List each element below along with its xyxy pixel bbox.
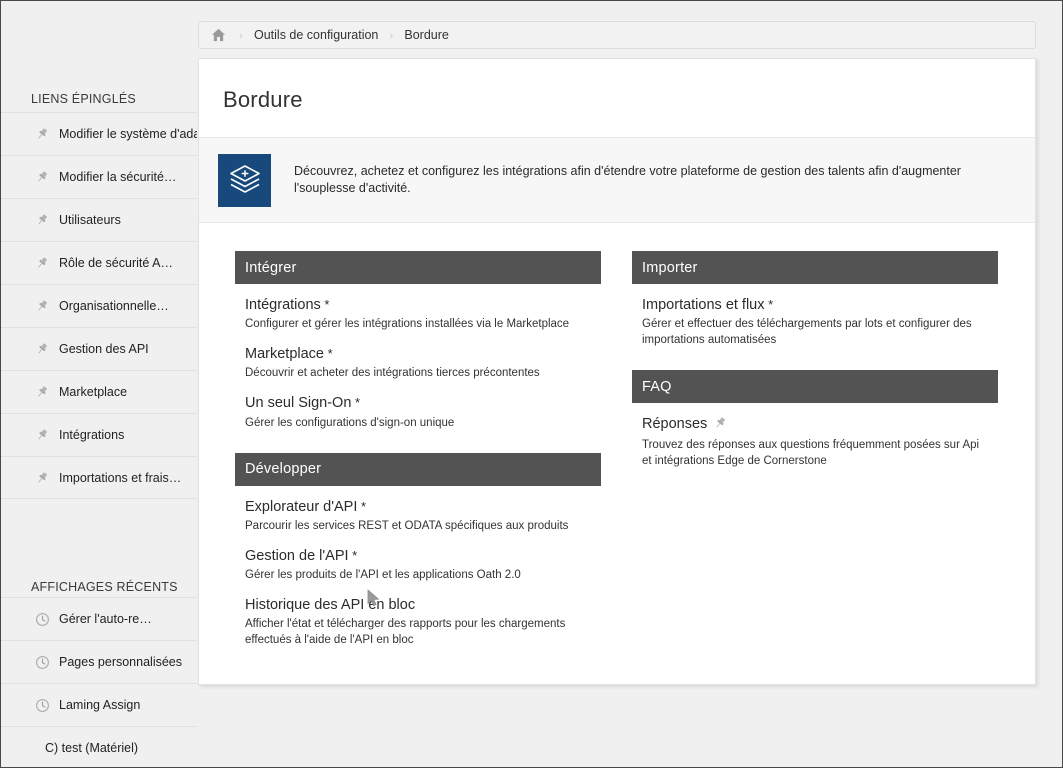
sidebar-pinned-item-label: Importations et frais… bbox=[59, 470, 182, 485]
panel-entry-un-seul-sign-on: Un seul Sign-On * Gérer les configuration… bbox=[245, 394, 601, 430]
pin-icon bbox=[31, 170, 53, 184]
sidebar-pinned-item-label: Rôle de sécurité A… bbox=[59, 256, 173, 270]
panel-body-developper: Explorateur d'API * Parcourir les service… bbox=[235, 486, 601, 649]
pin-icon bbox=[31, 127, 53, 141]
sidebar-recent-item-3[interactable]: C) test (Matériel) bbox=[1, 726, 197, 767]
description-un-seul-sign-on: Gérer les configurations d'sign-on uniqu… bbox=[245, 416, 455, 429]
description-explorateur-d-api: Parcourir les services REST et ODATA spé… bbox=[245, 519, 569, 532]
panel-header-integrer: Intégrer bbox=[235, 251, 601, 284]
left-column: Intégrer Intégrations * Configurer et gére… bbox=[235, 251, 601, 670]
pin-icon bbox=[31, 256, 53, 270]
page-title: Bordure bbox=[223, 87, 303, 112]
pin-icon[interactable] bbox=[713, 416, 727, 435]
pinned-links-list: Modifier le système d'adage Modifier la s… bbox=[1, 112, 197, 499]
sidebar-pinned-item-label: Organisationnelle… bbox=[59, 299, 169, 313]
page-banner-description: Découvrez, achetez et configurez les int… bbox=[294, 164, 961, 195]
required-asterisk: * bbox=[348, 547, 358, 563]
panel-entry-explorateur-d-api: Explorateur d'API * Parcourir les service… bbox=[245, 498, 601, 534]
link-gestion-de-l-api[interactable]: Gestion de l'API * bbox=[245, 547, 357, 565]
breadcrumb-item-current[interactable]: Bordure bbox=[404, 28, 448, 42]
panel-header-faq: FAQ bbox=[632, 370, 998, 404]
sidebar-pinned-item-label: Intégrations bbox=[59, 428, 125, 442]
description-marketplace: Découvrir et acheter des intégrations ti… bbox=[245, 367, 540, 380]
pin-icon bbox=[31, 385, 53, 399]
required-asterisk: * bbox=[320, 297, 330, 312]
sidebar-recent-item-label: Laming Assign bbox=[59, 698, 141, 712]
link-reponses[interactable]: Réponses bbox=[642, 415, 707, 433]
panel-body-faq: Réponses Trouvez des réponses aux questio… bbox=[632, 403, 998, 469]
sidebar-recent-item-1[interactable]: Pages personnalisées bbox=[1, 640, 197, 683]
sidebar-recent-item-0[interactable]: Gérer l'auto-re… bbox=[1, 597, 197, 640]
pin-icon bbox=[31, 299, 53, 313]
pin-icon bbox=[31, 428, 53, 442]
panel-body-integrer: Intégrations * Configurer et gérer les in… bbox=[235, 284, 601, 431]
clock-icon bbox=[31, 698, 53, 713]
sidebar-pinned-item-1[interactable]: Modifier la sécurité… bbox=[1, 155, 197, 198]
layers-stack-icon bbox=[218, 153, 271, 207]
required-asterisk: * bbox=[357, 498, 367, 514]
description-historique-des-api-en-bloc: Afficher l'état et télécharger des rappo… bbox=[245, 618, 566, 647]
required-asterisk: * bbox=[351, 395, 361, 411]
recent-views-list: Gérer l'auto-re… Pages personnalisées Lami… bbox=[1, 597, 197, 767]
sidebar-pinned-item-6[interactable]: Marketplace bbox=[1, 370, 197, 413]
panel-columns: Intégrer Intégrations * Configurer et gére… bbox=[199, 223, 1035, 670]
link-importations-et-flux[interactable]: Importations et flux * bbox=[642, 296, 773, 314]
sidebar-pinned-item-label: Modifier la sécurité… bbox=[59, 170, 177, 184]
sidebar-recent-item-label: C) test (Matériel) bbox=[45, 740, 139, 755]
sidebar-pinned-item-4[interactable]: Organisationnelle… bbox=[1, 284, 197, 327]
description-reponses: Trouvez des réponses aux questions fréqu… bbox=[642, 439, 980, 468]
main-content-card: Bordure Découvrez, achetez et configurez… bbox=[198, 58, 1036, 685]
pin-icon bbox=[31, 213, 53, 227]
link-historique-des-api-en-bloc[interactable]: Historique des API en bloc bbox=[245, 596, 415, 614]
recent-views-header: AFFICHAGES RÉCENTS bbox=[31, 580, 178, 594]
link-explorateur-d-api[interactable]: Explorateur d'API * bbox=[245, 498, 366, 516]
description-importations-et-flux: Gérer et effectuer des téléchargements p… bbox=[642, 318, 972, 347]
breadcrumb: › Outils de configuration › Bordure bbox=[198, 21, 1036, 49]
breadcrumb-item-config-tools[interactable]: Outils de configuration bbox=[254, 28, 378, 42]
sidebar-pinned-item-8[interactable]: Importations et frais… bbox=[1, 456, 197, 499]
sidebar-pinned-item-7[interactable]: Intégrations bbox=[1, 413, 197, 456]
panel-entry-gestion-de-l-api: Gestion de l'API * Gérer les produits de … bbox=[245, 547, 601, 583]
sidebar-pinned-item-label: Modifier le système d'adage bbox=[59, 127, 197, 141]
link-marketplace[interactable]: Marketplace * bbox=[245, 345, 333, 363]
panel-entry-marketplace: Marketplace * Découvrir et acheter des in… bbox=[245, 345, 601, 381]
panel-entry-reponses: Réponses Trouvez des réponses aux questio… bbox=[642, 415, 998, 469]
link-un-seul-sign-on[interactable]: Un seul Sign-On * bbox=[245, 394, 360, 412]
sidebar-recent-item-label: Pages personnalisées bbox=[59, 655, 182, 669]
panel-header-developper: Développer bbox=[235, 452, 601, 486]
pin-icon bbox=[31, 342, 53, 356]
breadcrumb-separator-1: › bbox=[238, 27, 244, 42]
app-window: LIENS ÉPINGLÉS Modifier le système d'ada… bbox=[0, 0, 1063, 768]
sidebar-pinned-item-0[interactable]: Modifier le système d'adage bbox=[1, 112, 197, 155]
pin-icon bbox=[31, 471, 53, 485]
sidebar-recent-item-label: Gérer l'auto-re… bbox=[59, 612, 152, 626]
description-gestion-de-l-api: Gérer les produits de l'API et les appli… bbox=[245, 569, 521, 581]
required-asterisk: * bbox=[764, 297, 774, 312]
clock-icon bbox=[31, 655, 53, 670]
panel-header-importer: Importer bbox=[632, 251, 998, 284]
panel-entry-integrations: Intégrations * Configurer et gérer les in… bbox=[245, 296, 601, 332]
sidebar-pinned-item-5[interactable]: Gestion des API bbox=[1, 327, 197, 370]
sidebar-recent-item-2[interactable]: Laming Assign bbox=[1, 683, 197, 726]
page-banner: Découvrez, achetez et configurez les int… bbox=[199, 137, 1035, 223]
sidebar: LIENS ÉPINGLÉS Modifier le système d'ada… bbox=[1, 1, 197, 767]
home-icon[interactable] bbox=[208, 26, 228, 44]
sidebar-pinned-item-3[interactable]: Rôle de sécurité A… bbox=[1, 241, 197, 284]
pinned-links-header: LIENS ÉPINGLÉS bbox=[31, 92, 136, 106]
sidebar-pinned-item-2[interactable]: Utilisateurs bbox=[1, 198, 197, 241]
panel-entry-importations-et-flux: Importations et flux * Gérer et effectuer… bbox=[642, 296, 998, 348]
right-column: Importer Importations et flux * Gérer et e… bbox=[632, 251, 998, 670]
panel-body-importer: Importations et flux * Gérer et effectuer… bbox=[632, 284, 998, 348]
sidebar-pinned-item-label: Gestion des API bbox=[59, 342, 149, 356]
breadcrumb-separator-2: › bbox=[389, 27, 394, 42]
link-integrations[interactable]: Intégrations * bbox=[245, 296, 329, 314]
sidebar-pinned-item-label: Marketplace bbox=[59, 385, 128, 399]
sidebar-pinned-item-label: Utilisateurs bbox=[59, 213, 121, 227]
panel-entry-historique-des-api-en-bloc: Historique des API en bloc Afficher l'éta… bbox=[245, 596, 601, 648]
description-integrations: Configurer et gérer les intégrations ins… bbox=[245, 318, 570, 331]
required-asterisk: * bbox=[323, 346, 333, 362]
clock-icon bbox=[31, 612, 53, 627]
